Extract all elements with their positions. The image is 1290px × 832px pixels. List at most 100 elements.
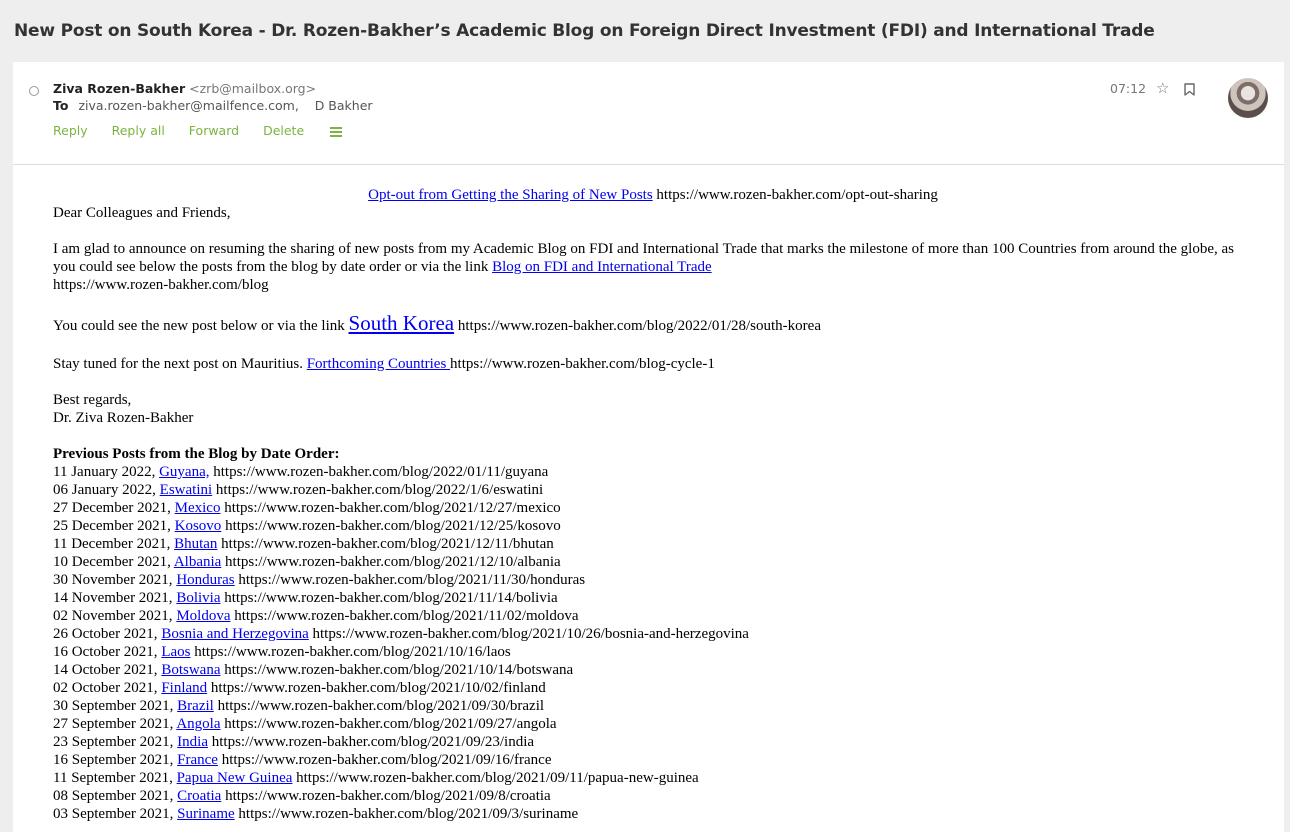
signature: Dr. Ziva Rozen-Bakher	[53, 410, 194, 426]
post-date: 06 January 2022,	[53, 482, 160, 498]
post-url: https://www.rozen-bakher.com/blog/2021/1…	[308, 626, 749, 642]
post-row: 11 January 2022, Guyana, https://www.roz…	[53, 463, 1253, 481]
blog-link[interactable]: Blog on FDI and International Trade	[492, 259, 712, 275]
post-url: https://www.rozen-bakher.com/blog/2021/0…	[213, 698, 545, 714]
post-country-link[interactable]: Finland	[161, 680, 207, 696]
post-row: 25 December 2021, Kosovo https://www.roz…	[53, 517, 1253, 535]
post-url: https://www.rozen-bakher.com/blog/2021/0…	[217, 752, 552, 768]
recipient-list[interactable]: ziva.rozen-bakher@mailfence.com, D Bakhe…	[78, 98, 372, 113]
post-country-link[interactable]: Albania	[174, 554, 221, 570]
post-date: 16 October 2021,	[53, 644, 162, 660]
message-card: Ziva Rozen-Bakher <zrb@mailbox.org> To z…	[13, 62, 1284, 832]
post-date: 23 September 2021,	[53, 734, 178, 750]
post-url: https://www.rozen-bakher.com/blog/2021/1…	[207, 680, 546, 696]
forward-button[interactable]: Forward	[189, 123, 239, 138]
post-url: https://www.rozen-bakher.com/blog/2021/1…	[221, 518, 561, 534]
blog-url: https://www.rozen-bakher.com/blog	[53, 277, 269, 293]
regards: Best regards,	[53, 392, 132, 408]
delete-button[interactable]: Delete	[263, 123, 304, 138]
post-row: 11 September 2021, Papua New Guinea http…	[53, 769, 1253, 787]
post-row: 14 November 2021, Bolivia https://www.ro…	[53, 589, 1253, 607]
post-country-link[interactable]: Bosnia and Herzegovina	[161, 626, 308, 642]
greeting: Dear Colleagues and Friends,	[53, 205, 231, 221]
avatar[interactable]	[1228, 78, 1268, 118]
sender-address: <zrb@mailbox.org>	[189, 81, 317, 96]
post-country-link[interactable]: France	[177, 752, 218, 768]
post-row: 03 September 2021, Suriname https://www.…	[53, 805, 1253, 823]
reply-all-button[interactable]: Reply all	[112, 123, 165, 138]
post-row: 27 December 2021, Mexico https://www.roz…	[53, 499, 1253, 517]
post-country-link[interactable]: Moldova	[176, 608, 230, 624]
post-date: 08 September 2021,	[53, 788, 178, 804]
post-url: https://www.rozen-bakher.com/blog/2021/1…	[221, 554, 561, 570]
post-date: 25 December 2021,	[53, 518, 175, 534]
post-date: 02 October 2021,	[53, 680, 162, 696]
post-country-link[interactable]: Bhutan	[174, 536, 217, 552]
post-row: 30 November 2021, Honduras https://www.r…	[53, 571, 1253, 589]
new-post-text: You could see the new post below or via …	[53, 318, 349, 334]
unread-circle-icon[interactable]	[29, 86, 39, 96]
to-label: To	[53, 98, 69, 113]
post-row: 23 September 2021, India https://www.roz…	[53, 733, 1253, 751]
message-actions: Reply Reply all Forward Delete	[53, 123, 343, 139]
star-icon[interactable]: ☆	[1156, 79, 1169, 97]
post-country-link[interactable]: Bolivia	[176, 590, 220, 606]
post-row: 30 September 2021, Brazil https://www.ro…	[53, 697, 1253, 715]
post-date: 30 September 2021,	[53, 698, 178, 714]
post-row: 26 October 2021, Bosnia and Herzegovina …	[53, 625, 1253, 643]
post-date: 11 September 2021,	[53, 770, 177, 786]
post-url: https://www.rozen-bakher.com/blog/2021/0…	[220, 716, 557, 732]
post-row: 06 January 2022, Eswatini https://www.ro…	[53, 481, 1253, 499]
post-country-link[interactable]: Laos	[161, 644, 190, 660]
optout-line: Opt-out from Getting the Sharing of New …	[53, 186, 1253, 204]
post-row: 16 October 2021, Laos https://www.rozen-…	[53, 643, 1253, 661]
previous-posts-heading: Previous Posts from the Blog by Date Ord…	[53, 446, 340, 462]
post-url: https://www.rozen-bakher.com/blog/2021/1…	[230, 608, 579, 624]
post-country-link[interactable]: Kosovo	[175, 518, 222, 534]
post-country-link[interactable]: Mexico	[175, 500, 221, 516]
post-country-link[interactable]: Suriname	[177, 806, 235, 822]
sender-name[interactable]: Ziva Rozen-Bakher	[53, 81, 185, 96]
post-country-link[interactable]: Brazil	[177, 698, 214, 714]
post-date: 11 January 2022,	[53, 464, 160, 480]
post-date: 14 November 2021,	[53, 590, 177, 606]
post-country-link[interactable]: Honduras	[176, 572, 234, 588]
optout-link[interactable]: Opt-out from Getting the Sharing of New …	[368, 187, 653, 203]
post-url: https://www.rozen-bakher.com/blog/2021/0…	[207, 734, 535, 750]
recipients: To ziva.rozen-bakher@mailfence.com, D Ba…	[53, 98, 373, 113]
post-country-link[interactable]: Eswatini	[160, 482, 213, 498]
bookmark-icon[interactable]	[1184, 81, 1195, 100]
post-row: 02 October 2021, Finland https://www.roz…	[53, 679, 1253, 697]
post-url: https://www.rozen-bakher.com/blog/2021/1…	[220, 662, 574, 678]
post-date: 02 November 2021,	[53, 608, 177, 624]
post-date: 27 September 2021,	[53, 716, 177, 732]
forthcoming-link[interactable]: Forthcoming Countries	[307, 356, 450, 372]
post-url: https://www.rozen-bakher.com/blog/2022/0…	[209, 464, 549, 480]
post-date: 27 December 2021,	[53, 500, 175, 516]
post-date: 16 September 2021,	[53, 752, 178, 768]
post-url: https://www.rozen-bakher.com/blog/2021/0…	[221, 788, 551, 804]
reply-button[interactable]: Reply	[53, 123, 88, 138]
post-country-link[interactable]: Guyana,	[159, 464, 209, 480]
hamburger-menu-icon[interactable]	[330, 125, 343, 139]
post-row: 08 September 2021, Croatia https://www.r…	[53, 787, 1253, 805]
post-row: 27 September 2021, Angola https://www.ro…	[53, 715, 1253, 733]
post-country-link[interactable]: Croatia	[177, 788, 221, 804]
post-row: 02 November 2021, Moldova https://www.ro…	[53, 607, 1253, 625]
post-list: 11 January 2022, Guyana, https://www.roz…	[53, 463, 1253, 823]
south-korea-link[interactable]: South Korea	[349, 311, 455, 335]
post-url: https://www.rozen-bakher.com/blog/2022/1…	[212, 482, 544, 498]
post-country-link[interactable]: Botswana	[161, 662, 220, 678]
post-country-link[interactable]: Angola	[176, 716, 220, 732]
message-time: 07:12	[1110, 81, 1147, 96]
post-country-link[interactable]: Papua New Guinea	[177, 770, 293, 786]
post-date: 03 September 2021,	[53, 806, 178, 822]
post-country-link[interactable]: India	[177, 734, 208, 750]
post-row: 11 December 2021, Bhutan https://www.roz…	[53, 535, 1253, 553]
post-url: https://www.rozen-bakher.com/blog/2021/0…	[292, 770, 699, 786]
post-row: 10 December 2021, Albania https://www.ro…	[53, 553, 1253, 571]
post-url: https://www.rozen-bakher.com/blog/2021/1…	[220, 500, 561, 516]
post-url: https://www.rozen-bakher.com/blog/2021/1…	[217, 536, 554, 552]
email-subject: New Post on South Korea - Dr. Rozen-Bakh…	[14, 21, 1155, 41]
message-body: Opt-out from Getting the Sharing of New …	[53, 186, 1253, 823]
